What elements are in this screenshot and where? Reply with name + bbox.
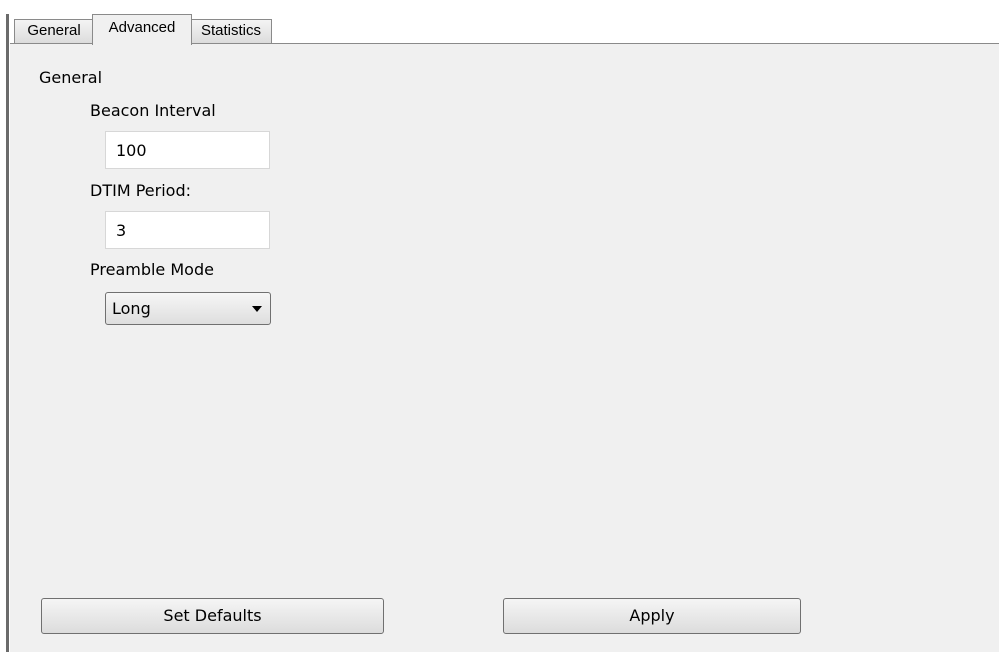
dtim-period-label: DTIM Period: [90,181,191,200]
apply-button[interactable]: Apply [503,598,801,634]
group-label-general: General [39,68,103,87]
tab-general[interactable]: General [14,19,94,43]
beacon-interval-input[interactable]: 100 [105,131,270,169]
tab-strip: General Advanced Statistics [10,14,999,45]
advanced-settings-window: General Advanced Statistics General Beac… [0,0,999,652]
preamble-mode-label: Preamble Mode [90,260,214,279]
preamble-mode-select[interactable]: Long [105,292,271,325]
dtim-period-input[interactable]: 3 [105,211,270,249]
chevron-down-icon [252,306,262,312]
beacon-interval-label: Beacon Interval [90,101,216,120]
tab-advanced[interactable]: Advanced [92,14,192,45]
tab-statistics[interactable]: Statistics [190,19,272,43]
preamble-mode-value: Long [112,299,151,318]
advanced-tab-panel: General Beacon Interval 100 DTIM Period:… [10,43,999,652]
set-defaults-button[interactable]: Set Defaults [41,598,384,634]
window-left-border [6,14,9,652]
